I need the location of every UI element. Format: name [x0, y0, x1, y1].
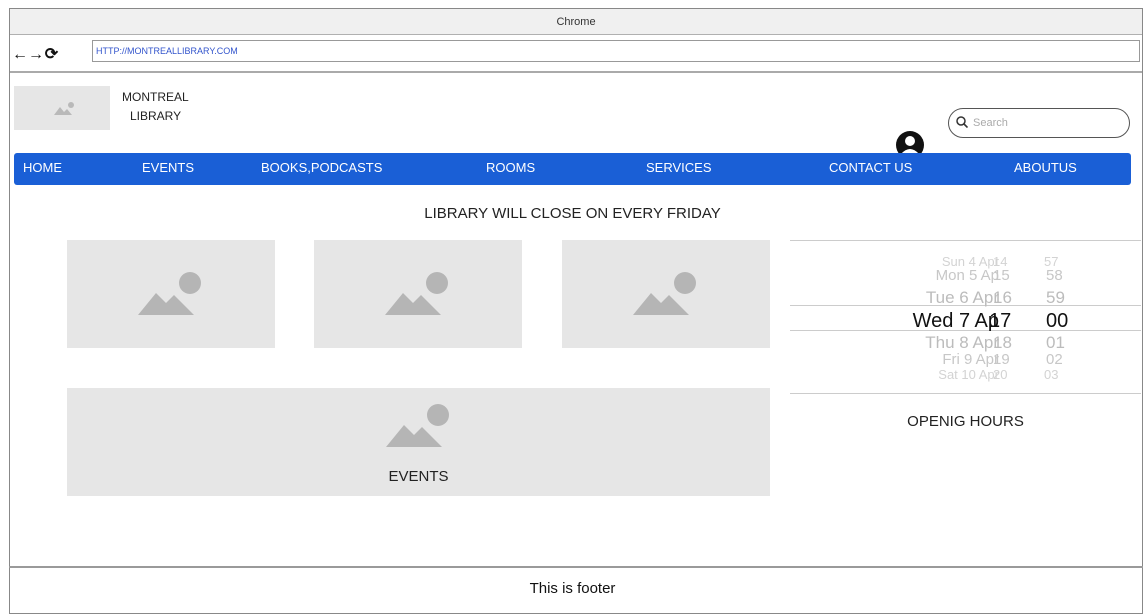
- nav-contact-us[interactable]: CONTACT US: [829, 153, 912, 185]
- picker-date: Thu 8 Apr: [925, 333, 999, 352]
- closing-banner: LIBRARY WILL CLOSE ON EVERY FRIDAY: [424, 205, 721, 222]
- picker-hour: 19: [993, 351, 1010, 368]
- search-input[interactable]: [971, 113, 1115, 133]
- logo-line-2: LIBRARY: [130, 109, 182, 123]
- image-placeholder-icon: [138, 272, 201, 315]
- main-nav: HOME EVENTS BOOKS,PODCASTS ROOMS SERVICE…: [14, 153, 1131, 185]
- search-icon: [956, 116, 968, 128]
- browser-title: Chrome: [10, 9, 1142, 35]
- image-placeholder-icon: [633, 272, 696, 315]
- search-box[interactable]: [948, 108, 1130, 138]
- forward-arrow-icon[interactable]: →: [28, 46, 44, 64]
- footer-divider: [9, 566, 1143, 568]
- opening-hours-label: OPENIG HOURS: [907, 413, 1024, 430]
- nav-books-podcasts[interactable]: BOOKS,PODCASTS: [261, 153, 382, 185]
- back-arrow-icon[interactable]: ←: [12, 46, 28, 64]
- logo-text: MONTREAL LIBRARY: [122, 88, 189, 126]
- picker-date: Wed 7 Ap: [912, 310, 999, 332]
- picker-minute: 59: [1046, 288, 1065, 307]
- image-placeholder[interactable]: [67, 240, 275, 348]
- logo-image[interactable]: [14, 86, 110, 130]
- picker-hour: 16: [993, 288, 1012, 307]
- picker-date: Fri 9 Apr: [942, 351, 999, 368]
- picker-minute: 58: [1046, 267, 1063, 284]
- image-placeholder-icon: [385, 272, 448, 315]
- picker-minute: 01: [1046, 333, 1065, 352]
- image-placeholder-icon: [54, 102, 74, 115]
- image-placeholder[interactable]: [562, 240, 770, 348]
- reload-icon[interactable]: ⟳: [44, 44, 60, 64]
- nav-home[interactable]: HOME: [23, 153, 62, 185]
- picker-minute: 03: [1044, 367, 1059, 382]
- image-placeholder[interactable]: [314, 240, 522, 348]
- url-field[interactable]: HTTP://MONTREALLIBRARY.COM: [92, 40, 1140, 62]
- picker-hour: 15: [993, 267, 1010, 284]
- picker-hour: 18: [993, 333, 1012, 352]
- picker-hour: 20: [993, 367, 1008, 382]
- picker-divider: [790, 240, 1141, 241]
- nav-about-us[interactable]: ABOUTUS: [1014, 153, 1077, 185]
- address-bar: ←→⟳ HTTP://MONTREALLIBRARY.COM: [10, 35, 1142, 73]
- picker-date: Sat 10 Apr: [938, 367, 999, 382]
- picker-hour: 17: [989, 310, 1012, 332]
- logo-line-1: MONTREAL: [122, 90, 189, 104]
- picker-divider: [790, 393, 1141, 394]
- picker-date: Tue 6 Apr: [925, 288, 999, 307]
- picker-minute: 02: [1046, 351, 1063, 368]
- nav-events[interactable]: EVENTS: [142, 153, 194, 185]
- events-label: EVENTS: [388, 468, 449, 485]
- picker-date: Mon 5 Ap: [935, 267, 999, 284]
- footer-text: This is footer: [529, 580, 616, 597]
- nav-rooms[interactable]: ROOMS: [486, 153, 535, 185]
- date-time-picker[interactable]: Sun 4 Apr 14 57 Mon 5 Ap 15 58 Tue 6 Apr…: [790, 240, 1141, 394]
- picker-minute: 00: [1046, 310, 1069, 332]
- image-placeholder-icon: [385, 404, 449, 447]
- nav-services[interactable]: SERVICES: [646, 153, 712, 185]
